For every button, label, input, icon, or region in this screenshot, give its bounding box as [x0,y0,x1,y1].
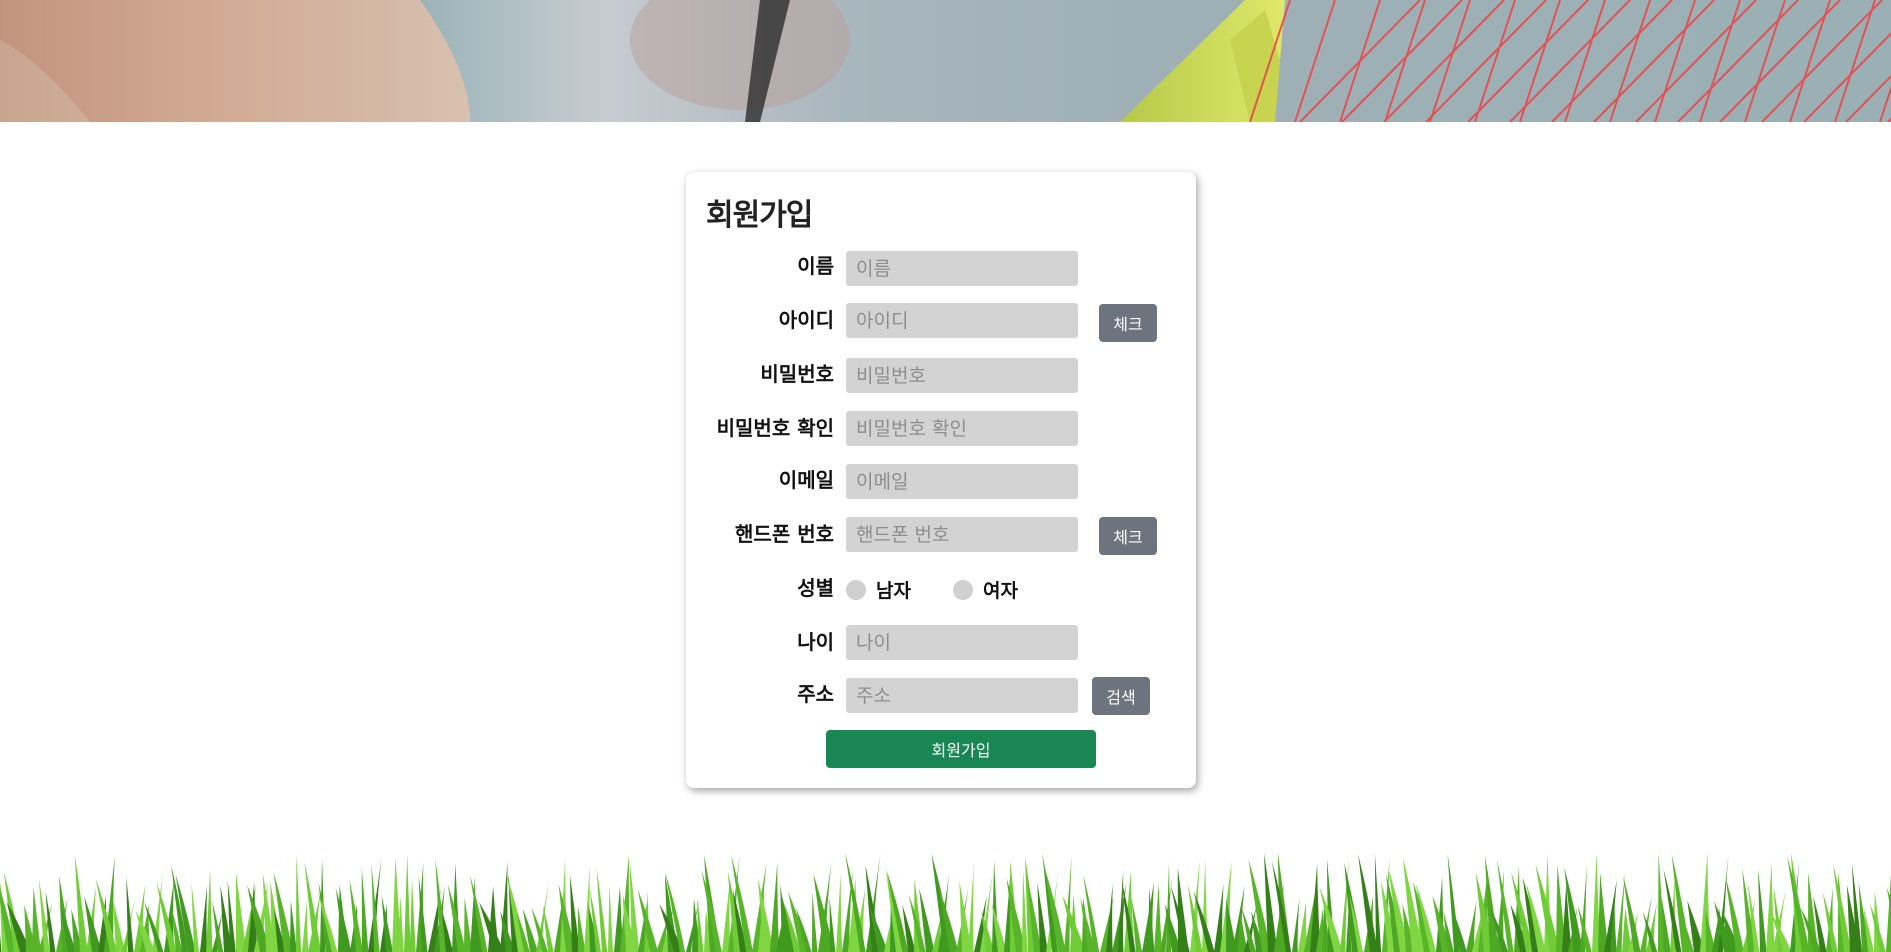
gender-option-label: 여자 [983,580,1018,602]
address-search-button[interactable]: 검색 [1092,677,1150,715]
password-label: 비밀번호 [760,362,834,386]
phone-check-button[interactable]: 체크 [1099,517,1157,555]
email-label: 이메일 [778,468,834,492]
name-label: 이름 [797,254,834,278]
age-input[interactable] [846,625,1078,660]
password-confirm-label: 비밀번호 확인 [716,416,834,440]
phone-label: 핸드폰 번호 [735,522,834,546]
userid-check-button[interactable]: 체크 [1099,304,1157,342]
name-input[interactable] [846,251,1078,286]
hero-banner-image [0,0,1891,122]
password-confirm-input[interactable] [846,411,1078,446]
grass-footer-image [0,852,1891,952]
radio-button[interactable] [846,579,866,600]
signup-submit-button[interactable]: 회원가입 [826,730,1096,768]
gender-option-female[interactable]: 여자 [953,576,1018,603]
phone-input[interactable] [846,517,1078,552]
gender-option-label: 남자 [876,580,911,602]
address-input[interactable] [846,678,1078,713]
page-title: 회원가입 [706,198,813,233]
address-label: 주소 [797,682,834,706]
userid-input[interactable] [846,303,1078,338]
password-input[interactable] [846,358,1078,393]
radio-button[interactable] [953,579,973,600]
signup-card: 회원가입 이름 아이디 체크 비밀번호 비밀번호 확인 이메일 핸드폰 번호 체… [686,172,1196,788]
email-input[interactable] [846,464,1078,499]
gender-option-male[interactable]: 남자 [846,576,911,603]
tennis-racket-illustration [0,0,1891,122]
userid-label: 아이디 [778,308,834,332]
gender-label: 성별 [797,576,834,600]
age-label: 나이 [797,630,834,654]
